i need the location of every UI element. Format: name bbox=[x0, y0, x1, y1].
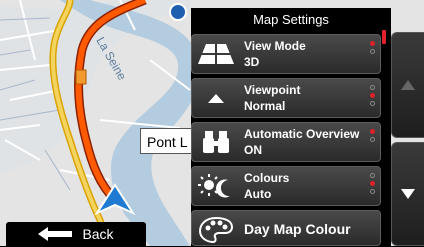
sun-moon-icon bbox=[196, 169, 236, 203]
automatic-overview-label: Automatic Overview bbox=[244, 127, 360, 141]
arrow-left-icon bbox=[38, 227, 73, 241]
arrow-up-icon bbox=[401, 80, 415, 90]
palette-icon bbox=[196, 213, 236, 247]
viewpoint-option[interactable]: Viewpoint Normal bbox=[191, 78, 381, 118]
back-label: Back bbox=[82, 226, 114, 242]
colours-label: Colours bbox=[244, 171, 290, 185]
view-mode-label: View Mode bbox=[244, 39, 306, 53]
colours-value: Auto bbox=[244, 187, 272, 201]
scroll-position-indicator bbox=[382, 30, 386, 44]
arrow-down-icon bbox=[401, 189, 415, 199]
back-button[interactable]: Back bbox=[6, 222, 146, 246]
view-mode-icon bbox=[196, 37, 236, 71]
place-label: Pont L bbox=[140, 128, 194, 154]
view-mode-value: 3D bbox=[244, 55, 260, 69]
view-mode-indicator bbox=[370, 41, 376, 54]
viewpoint-indicator bbox=[370, 85, 376, 106]
day-map-colour-label: Day Map Colour bbox=[244, 221, 351, 237]
viewpoint-label: Viewpoint bbox=[244, 83, 301, 97]
view-mode-option[interactable]: View Mode 3D bbox=[191, 34, 381, 74]
panel-title: Map Settings bbox=[253, 12, 329, 27]
colours-indicator bbox=[370, 173, 376, 194]
scroll-up-button[interactable] bbox=[391, 32, 424, 138]
automatic-overview-option[interactable]: Automatic Overview ON bbox=[191, 122, 381, 162]
viewpoint-icon bbox=[196, 81, 236, 115]
colours-option[interactable]: Colours Auto bbox=[191, 166, 381, 206]
day-map-colour-button[interactable]: Day Map Colour bbox=[191, 210, 381, 246]
binoculars-icon bbox=[196, 125, 236, 159]
scroll-down-button[interactable] bbox=[391, 142, 424, 246]
viewpoint-value: Normal bbox=[244, 99, 286, 113]
automatic-overview-value: ON bbox=[244, 143, 262, 157]
automatic-overview-indicator bbox=[370, 129, 376, 142]
